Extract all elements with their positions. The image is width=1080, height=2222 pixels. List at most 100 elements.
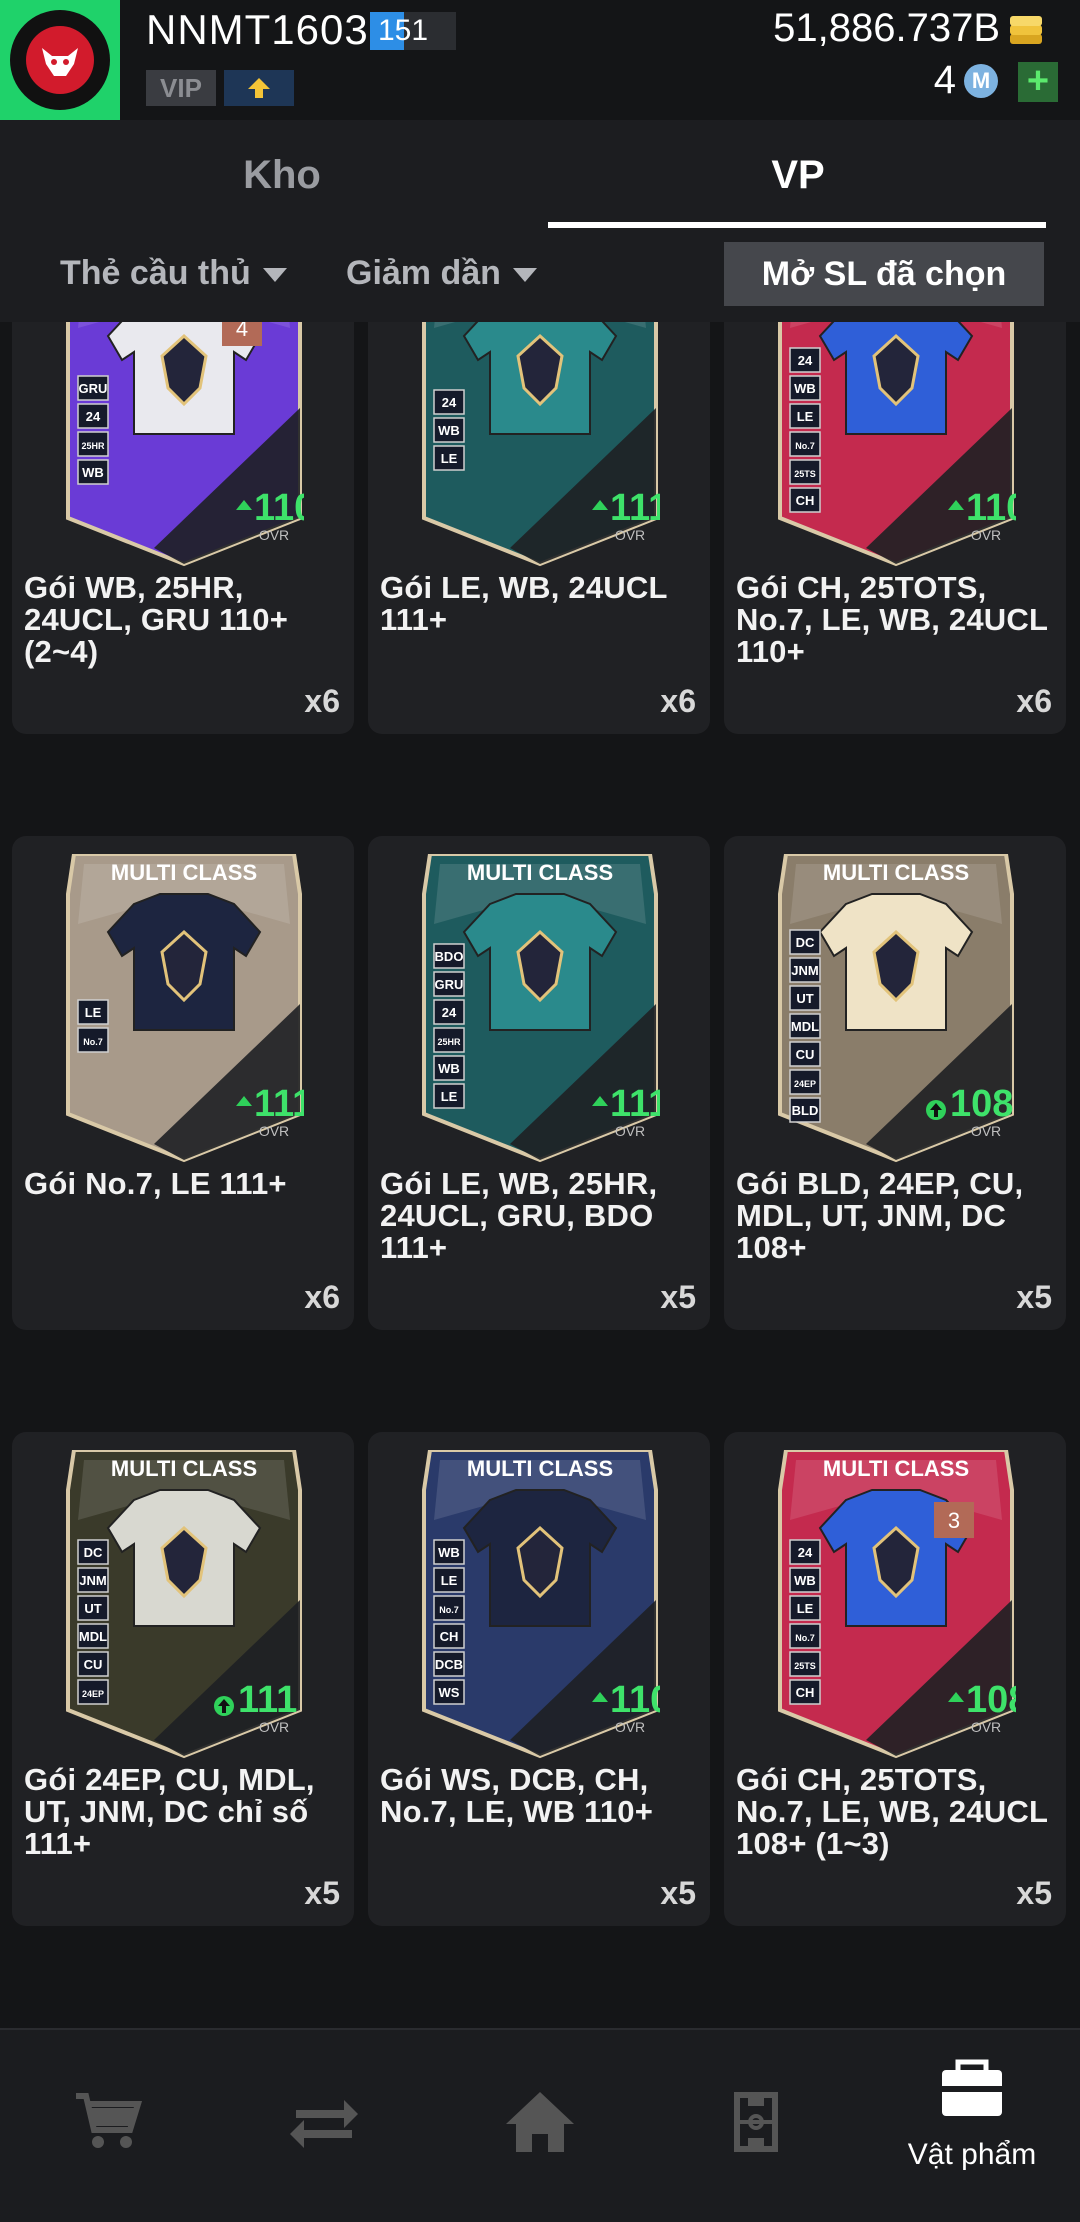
add-currency-button[interactable]: + xyxy=(1018,62,1058,102)
svg-text:OVR: OVR xyxy=(971,1123,1001,1139)
top-header: NNMT1603 151 VIP 51,886.737B 4 M + xyxy=(0,0,1080,120)
player-card-image: MULTI CLASS24WBLENo.725TSCH110OVR xyxy=(778,322,1016,567)
pack-title: Gói BLD, 24EP, CU, MDL, UT, JNM, DC 108+ xyxy=(736,1166,1024,1265)
svg-text:24: 24 xyxy=(442,1005,457,1020)
club-badge[interactable] xyxy=(0,0,120,120)
svg-text:MULTI CLASS: MULTI CLASS xyxy=(111,860,257,885)
tab-vp[interactable]: VP xyxy=(528,120,1068,230)
svg-text:CU: CU xyxy=(796,1047,815,1062)
svg-text:MULTI CLASS: MULTI CLASS xyxy=(111,1456,257,1481)
svg-text:MULTI CLASS: MULTI CLASS xyxy=(467,860,613,885)
svg-text:No.7: No.7 xyxy=(795,1633,815,1643)
squad-icon xyxy=(734,2092,778,2152)
nav-home[interactable] xyxy=(432,2030,648,2222)
pack-item[interactable]: MULTI CLASS24WBLENo.725TSCH110OVRGói CH,… xyxy=(724,322,1066,734)
pack-title: Gói LE, WB, 24UCL 111+ xyxy=(380,570,668,637)
username: NNMT1603 xyxy=(146,6,369,53)
svg-text:GRU: GRU xyxy=(79,381,108,396)
svg-text:MDL: MDL xyxy=(791,1019,819,1034)
svg-text:JNM: JNM xyxy=(791,963,818,978)
svg-text:LE: LE xyxy=(797,1601,814,1616)
svg-text:WB: WB xyxy=(438,1061,460,1076)
level-text: 151 xyxy=(378,14,429,47)
pack-item[interactable]: MULTI CLASS LE No.7 111 OVR Gói No.7, LE 111+… xyxy=(12,836,354,1330)
svg-text:111: 111 xyxy=(254,1083,304,1125)
transfer-icon xyxy=(290,2100,358,2148)
nav-squad[interactable] xyxy=(648,2030,864,2222)
player-card-image: MULTI CLASS DC JNM UT MDL CU 24EP BLD 108OVR xyxy=(778,854,1014,1163)
svg-text:JNM: JNM xyxy=(79,1573,106,1588)
pack-item[interactable]: MULTI CLASS DC JNM UT MDL CU 24EP 111 OVR Gói 24E… xyxy=(12,1432,354,1926)
vip-upgrade-button[interactable] xyxy=(224,70,294,106)
pack-title: Gói WB, 25HR, 24UCL, GRU 110+ (2~4) xyxy=(24,570,289,669)
svg-text:WB: WB xyxy=(438,1545,460,1560)
m-currency-count: 4 xyxy=(933,58,956,102)
pack-title: Gói CH, 25TOTS, No.7, LE, WB, 24UCL 108+… xyxy=(736,1762,1048,1861)
svg-text:OVR: OVR xyxy=(971,1719,1001,1735)
svg-text:WB: WB xyxy=(438,423,460,438)
active-tab-indicator xyxy=(548,222,1046,228)
pack-quantity: x6 xyxy=(304,1279,340,1315)
svg-text:111: 111 xyxy=(238,1679,297,1721)
svg-text:24: 24 xyxy=(86,409,101,424)
svg-text:CH: CH xyxy=(796,493,815,508)
pack-item[interactable]: MULTI CLASS DC JNM UT MDL CU 24EP BLD 108 OVR Gói … xyxy=(724,836,1066,1330)
pack-title: Gói No.7, LE 111+ xyxy=(24,1166,287,1201)
open-selected-button[interactable]: Mở SL đã chọn xyxy=(724,242,1044,306)
bag-icon xyxy=(942,2059,1002,2116)
svg-text:24EP: 24EP xyxy=(794,1079,816,1089)
cart-icon xyxy=(76,2093,143,2148)
svg-text:25HR: 25HR xyxy=(437,1037,461,1047)
svg-text:OVR: OVR xyxy=(971,527,1001,543)
svg-text:MULTI CLASS: MULTI CLASS xyxy=(467,1456,613,1481)
player-card-image: MULTI CLASS WB LE No.7 CH DCB WS 110OVR xyxy=(422,1450,660,1759)
svg-text:MDL: MDL xyxy=(79,1629,107,1644)
pack-item[interactable]: MULTI CLASS24WBLE111OVRGói LE, WB, 24UCL… xyxy=(368,322,710,734)
pack-item[interactable]: MULTI CLASSGRU2425HRWB4110OVRGói WB, 25H… xyxy=(12,322,354,734)
svg-text:OVR: OVR xyxy=(259,1719,289,1735)
type-filter-dropdown[interactable]: Thẻ cầu thủ xyxy=(60,254,287,293)
svg-text:LE: LE xyxy=(797,409,814,424)
svg-text:3: 3 xyxy=(948,1508,960,1533)
sort-dropdown[interactable]: Giảm dần xyxy=(346,254,537,293)
svg-text:4: 4 xyxy=(236,322,248,341)
item-grid: MULTI CLASSGRU2425HRWB4110OVRGói WB, 25H… xyxy=(0,322,1080,2028)
pack-quantity: x6 xyxy=(660,683,696,719)
pack-title: Gói 24EP, CU, MDL, UT, JNM, DC chỉ số 11… xyxy=(24,1762,315,1861)
pack-item[interactable]: MULTI CLASS 24 WB LE No.7 25TS CH 3 108OVR Gói CH… xyxy=(724,1432,1066,1926)
player-card-image: MULTI CLASSGRU2425HRWB4110OVR xyxy=(66,322,304,567)
bottom-nav: Vật phẩm xyxy=(0,2028,1080,2222)
filter-bar: Thẻ cầu thủ Giảm dần Mở SL đã chọn xyxy=(0,230,1080,322)
club-logo-icon xyxy=(10,10,110,110)
svg-text:DCB: DCB xyxy=(435,1657,463,1672)
vip-badge[interactable]: VIP xyxy=(146,70,216,106)
svg-text:OVR: OVR xyxy=(615,1123,645,1139)
svg-text:OVR: OVR xyxy=(615,1719,645,1735)
svg-text:DC: DC xyxy=(796,935,815,950)
pack-quantity: x5 xyxy=(1016,1875,1052,1911)
svg-text:110: 110 xyxy=(966,487,1016,529)
sort-label: Giảm dần xyxy=(346,254,501,292)
svg-text:MULTI CLASS: MULTI CLASS xyxy=(823,1456,969,1481)
m-currency-icon: M xyxy=(964,64,998,98)
player-card-image: MULTI CLASS LE No.7 111OVR xyxy=(66,854,304,1163)
svg-text:108: 108 xyxy=(950,1083,1013,1125)
pack-item[interactable]: MULTI CLASS WB LE No.7 CH DCB WS 110OVR Gói WS, … xyxy=(368,1432,710,1926)
pack-title: Gói LE, WB, 25HR, 24UCL, GRU, BDO 111+ xyxy=(380,1166,658,1265)
svg-text:WS: WS xyxy=(439,1685,460,1700)
pack-quantity: x5 xyxy=(660,1279,696,1315)
pack-item[interactable]: MULTI CLASS BDO GRU 24 25HR WB LE 111 OVR Gói LE,… xyxy=(368,836,710,1330)
svg-text:WB: WB xyxy=(794,381,816,396)
svg-text:BLD: BLD xyxy=(792,1103,819,1118)
nav-shop[interactable] xyxy=(0,2030,216,2222)
tab-kho[interactable]: Kho xyxy=(12,120,552,230)
coin-balance: 51,886.737B xyxy=(773,6,1000,50)
svg-text:OVR: OVR xyxy=(615,527,645,543)
nav-transfer[interactable] xyxy=(216,2030,432,2222)
nav-items[interactable]: Vật phẩm xyxy=(864,2030,1080,2222)
svg-text:25HR: 25HR xyxy=(81,441,105,451)
pack-quantity: x5 xyxy=(304,1875,340,1911)
svg-text:CU: CU xyxy=(84,1657,103,1672)
svg-text:OVR: OVR xyxy=(259,527,289,543)
svg-text:111: 111 xyxy=(610,487,660,529)
